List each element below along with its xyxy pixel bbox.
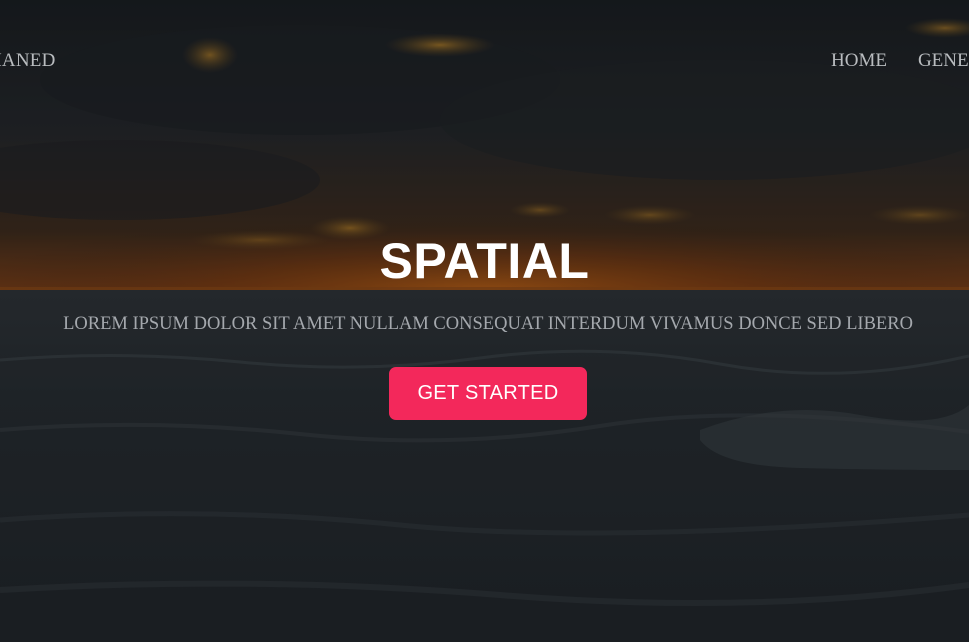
- nav-item-home[interactable]: HOME: [831, 50, 887, 72]
- site-brand[interactable]: HANED: [0, 50, 56, 72]
- nav-item-generic[interactable]: GENE: [918, 50, 969, 72]
- main-nav: HOME GENE: [831, 50, 969, 72]
- hero-title: SPATIAL: [379, 233, 590, 289]
- get-started-button[interactable]: GET STARTED: [389, 367, 587, 420]
- hero-section: HANED HOME GENE SPATIAL LOREM IPSUM DOLO…: [0, 0, 969, 642]
- hero-subtitle: LOREM IPSUM DOLOR SIT AMET NULLAM CONSEQ…: [63, 314, 913, 334]
